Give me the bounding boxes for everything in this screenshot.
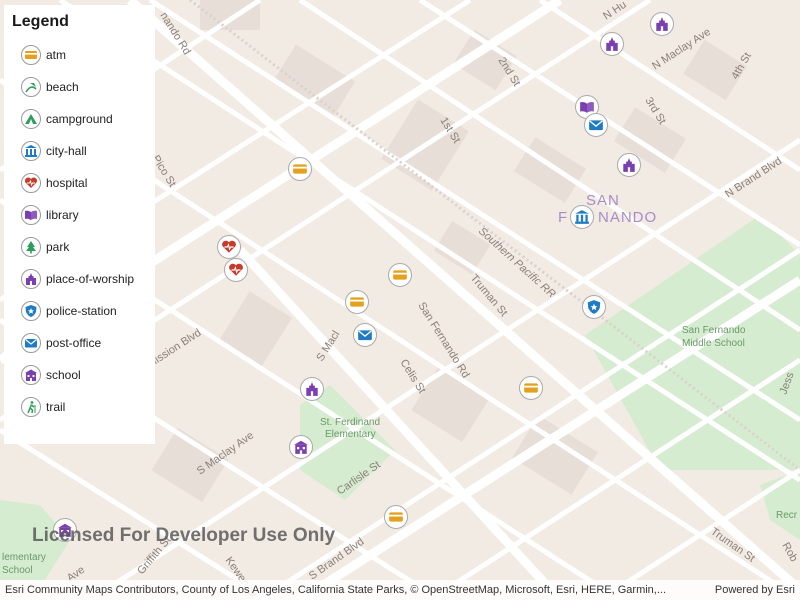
legend-panel: Legend atm beach campground city-hall hospit…	[4, 5, 155, 444]
legend-item-label: police-station	[46, 304, 117, 318]
place-label-st-ferdinand-2: Elementary	[325, 429, 376, 440]
legend-item-beach: beach	[10, 71, 149, 103]
map-marker-atm[interactable]	[384, 505, 408, 529]
place-label-middle-school-1: San Fernando	[682, 325, 746, 336]
place-of-worship-icon	[21, 269, 41, 289]
library-icon	[21, 205, 41, 225]
atm-icon	[393, 270, 407, 280]
legend-item-label: campground	[46, 112, 113, 126]
hospital-icon	[21, 173, 41, 193]
map-marker-school[interactable]	[289, 435, 313, 459]
campground-icon	[21, 109, 41, 129]
legend-item-park: park	[10, 231, 149, 263]
map-marker-atm[interactable]	[388, 263, 412, 287]
map-marker-city-hall[interactable]	[570, 205, 594, 229]
legend-item-police-station: police-station	[10, 295, 149, 327]
legend-item-trail: trail	[10, 391, 149, 423]
map-marker-place-of-worship[interactable]	[600, 32, 624, 56]
map-marker-atm[interactable]	[345, 290, 369, 314]
map-marker-place-of-worship[interactable]	[300, 377, 324, 401]
atm-icon	[389, 512, 403, 522]
map-marker-post-office[interactable]	[584, 113, 608, 137]
trail-icon	[21, 397, 41, 417]
legend-item-post-office: post-office	[10, 327, 149, 359]
district-label-san: SAN	[586, 192, 620, 209]
map-marker-atm[interactable]	[519, 376, 543, 400]
place-label-middle-school-2: Middle School	[682, 338, 745, 349]
attribution-bar: Esri Community Maps Contributors, County…	[0, 580, 800, 600]
atm-icon	[350, 297, 364, 307]
hospital-icon	[229, 263, 243, 276]
hospital-icon	[222, 240, 236, 253]
map-marker-place-of-worship[interactable]	[650, 12, 674, 36]
police-station-icon	[587, 300, 601, 314]
legend-item-school: school	[10, 359, 149, 391]
legend-item-hospital: hospital	[10, 167, 149, 199]
legend-item-label: atm	[46, 48, 67, 62]
map-marker-hospital[interactable]	[217, 235, 241, 259]
place-label-st-ferdinand-1: St. Ferdinand	[320, 417, 380, 428]
place-of-worship-icon	[306, 382, 318, 396]
legend-item-label: trail	[46, 400, 66, 414]
atm-icon	[524, 383, 538, 393]
map-marker-post-office[interactable]	[353, 323, 377, 347]
map-marker-place-of-worship[interactable]	[617, 153, 641, 177]
post-office-icon	[358, 330, 372, 341]
school-icon	[294, 440, 308, 454]
district-label-f: F	[558, 209, 568, 226]
legend-item-campground: campground	[10, 103, 149, 135]
legend-item-place-of-worship: place-of-worship	[10, 263, 149, 295]
legend-item-library: library	[10, 199, 149, 231]
legend-item-label: city-hall	[46, 144, 87, 158]
park-icon	[21, 237, 41, 257]
district-label-nando: NANDO	[598, 209, 657, 226]
city-hall-icon	[21, 141, 41, 161]
post-office-icon	[589, 120, 603, 131]
map-marker-hospital[interactable]	[224, 258, 248, 282]
place-of-worship-icon	[623, 158, 635, 172]
school-icon	[21, 365, 41, 385]
post-office-icon	[21, 333, 41, 353]
place-label-elementary-1: lementary	[2, 552, 46, 563]
legend-items: atm beach campground city-hall hospital libra…	[10, 39, 149, 423]
legend-item-label: beach	[46, 80, 79, 94]
place-label-recr: Recr	[776, 510, 798, 521]
atm-icon	[21, 45, 41, 65]
place-of-worship-icon	[656, 17, 668, 31]
legend-item-label: post-office	[46, 336, 102, 350]
police-station-icon	[21, 301, 41, 321]
legend-item-label: library	[46, 208, 79, 222]
legend-item-city-hall: city-hall	[10, 135, 149, 167]
legend-item-label: place-of-worship	[46, 272, 135, 286]
legend-title: Legend	[12, 13, 69, 30]
attribution-text[interactable]: Esri Community Maps Contributors, County…	[5, 584, 666, 596]
legend-item-atm: atm	[10, 39, 149, 71]
map-marker-police-station[interactable]	[582, 295, 606, 319]
map-marker-atm[interactable]	[288, 157, 312, 181]
legend-item-label: hospital	[46, 176, 88, 190]
license-watermark: Licensed For Developer Use Only	[32, 525, 336, 546]
legend-item-label: park	[46, 240, 70, 254]
beach-icon	[21, 77, 41, 97]
place-label-elementary-2: School	[2, 565, 33, 576]
powered-by-esri[interactable]: Powered by Esri	[715, 584, 795, 596]
city-hall-icon	[575, 210, 589, 224]
atm-icon	[293, 164, 307, 174]
place-of-worship-icon	[606, 37, 618, 51]
legend-item-label: school	[46, 368, 81, 382]
